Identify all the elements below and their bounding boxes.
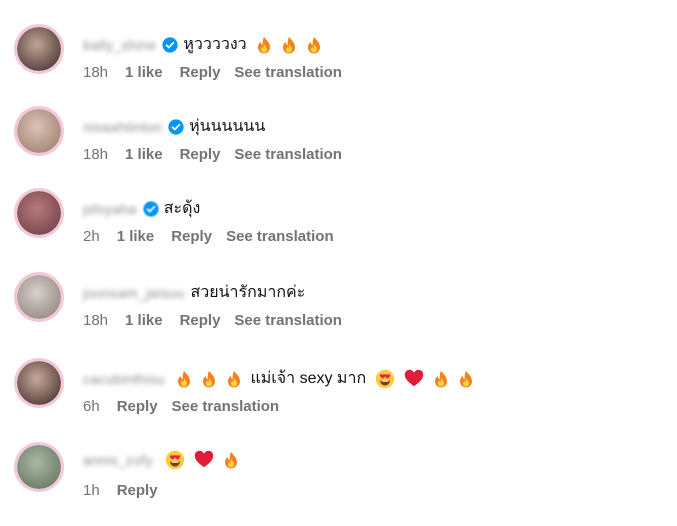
heart-eyes-icon <box>165 450 185 470</box>
avatar-image <box>17 445 61 489</box>
comment-item: bally_shine หูววววงว 18h 1 like Reply See tra… <box>0 14 677 94</box>
reply-button[interactable]: Reply <box>180 312 221 329</box>
fire-icon <box>433 370 449 388</box>
verified-badge-icon <box>143 200 159 217</box>
likes-count[interactable]: 1 like <box>117 228 155 245</box>
comment-text: สะดุ้ง <box>163 200 201 217</box>
see-translation-button[interactable]: See translation <box>234 146 342 163</box>
avatar[interactable] <box>14 106 64 156</box>
likes-count[interactable]: 1 like <box>125 64 163 81</box>
comment-meta: 18h 1 like Reply See translation <box>83 64 342 81</box>
comment-text: หุ่นนนนนน <box>189 118 266 135</box>
avatar-image <box>17 361 61 405</box>
reply-button[interactable]: Reply <box>180 146 221 163</box>
avatar[interactable] <box>14 358 64 408</box>
comment-meta: 18h 1 like Reply See translation <box>83 146 342 163</box>
comment-body: cacubinthisu แม่เจ้า sexy มาก <box>83 366 474 391</box>
comment-meta: 2h 1 like Reply See translation <box>83 228 334 245</box>
see-translation-button[interactable]: See translation <box>172 398 280 415</box>
avatar-image <box>17 275 61 319</box>
fire-icon <box>458 370 474 388</box>
avatar[interactable] <box>14 24 64 74</box>
timestamp[interactable]: 18h <box>83 64 108 81</box>
see-translation-button[interactable]: See translation <box>234 64 342 81</box>
comment-body: nisaahtinton หุ่นนนนนน <box>83 114 265 139</box>
avatar-image <box>17 191 61 235</box>
username-link[interactable]: bally_shine <box>83 37 156 53</box>
username-link[interactable]: nisaahtinton <box>83 119 162 135</box>
comment-body: annis_zofy <box>83 450 239 470</box>
comment-item: annis_zofy 1h Reply <box>0 432 677 512</box>
fire-icon <box>226 370 242 388</box>
timestamp[interactable]: 6h <box>83 398 100 415</box>
heart-eyes-icon <box>375 369 395 389</box>
avatar[interactable] <box>14 272 64 322</box>
verified-badge-icon <box>168 118 184 135</box>
reply-button[interactable]: Reply <box>180 64 221 81</box>
timestamp[interactable]: 18h <box>83 146 108 163</box>
comment-meta: 1h Reply <box>83 482 172 499</box>
comment-item: joonsam_jaisuu สวยน่ารักมากค่ะ 18h 1 like Re… <box>0 262 677 342</box>
comment-item: cacubinthisu แม่เจ้า sexy มาก 6h Reply See t… <box>0 348 677 428</box>
fire-icon <box>223 451 239 469</box>
verified-badge-icon <box>162 36 178 53</box>
comment-body: pilsyaha สะดุ้ง <box>83 196 200 221</box>
avatar-image <box>17 109 61 153</box>
fire-icon <box>176 370 192 388</box>
avatar-image <box>17 27 61 71</box>
timestamp[interactable]: 2h <box>83 228 100 245</box>
see-translation-button[interactable]: See translation <box>234 312 342 329</box>
username-link[interactable]: joonsam_jaisuu <box>83 285 184 301</box>
comment-meta: 18h 1 like Reply See translation <box>83 312 342 329</box>
comment-text: สวยน่ารักมากค่ะ <box>190 284 306 301</box>
timestamp[interactable]: 1h <box>83 482 100 499</box>
red-heart-icon <box>404 369 424 389</box>
likes-count[interactable]: 1 like <box>125 312 163 329</box>
comment-body: bally_shine หูววววงว <box>83 32 322 57</box>
likes-count[interactable]: 1 like <box>125 146 163 163</box>
red-heart-icon <box>194 450 214 470</box>
username-link[interactable]: pilsyaha <box>83 201 137 217</box>
reply-button[interactable]: Reply <box>171 228 212 245</box>
reply-button[interactable]: Reply <box>117 398 158 415</box>
comment-text: หูววววงว <box>183 36 247 53</box>
fire-icon <box>281 36 297 54</box>
username-link[interactable]: annis_zofy <box>83 452 153 468</box>
see-translation-button[interactable]: See translation <box>226 228 334 245</box>
reply-button[interactable]: Reply <box>117 482 158 499</box>
timestamp[interactable]: 18h <box>83 312 108 329</box>
comment-item: nisaahtinton หุ่นนนนนน 18h 1 like Reply See t… <box>0 96 677 176</box>
username-link[interactable]: cacubinthisu <box>83 371 164 387</box>
comment-text: แม่เจ้า sexy มาก <box>250 370 367 387</box>
fire-icon <box>201 370 217 388</box>
comment-meta: 6h Reply See translation <box>83 398 279 415</box>
comment-body: joonsam_jaisuu สวยน่ารักมากค่ะ <box>83 280 305 305</box>
fire-icon <box>306 36 322 54</box>
fire-icon <box>256 36 272 54</box>
comment-item: pilsyaha สะดุ้ง 2h 1 like Reply See translati… <box>0 178 677 258</box>
avatar[interactable] <box>14 442 64 492</box>
avatar[interactable] <box>14 188 64 238</box>
